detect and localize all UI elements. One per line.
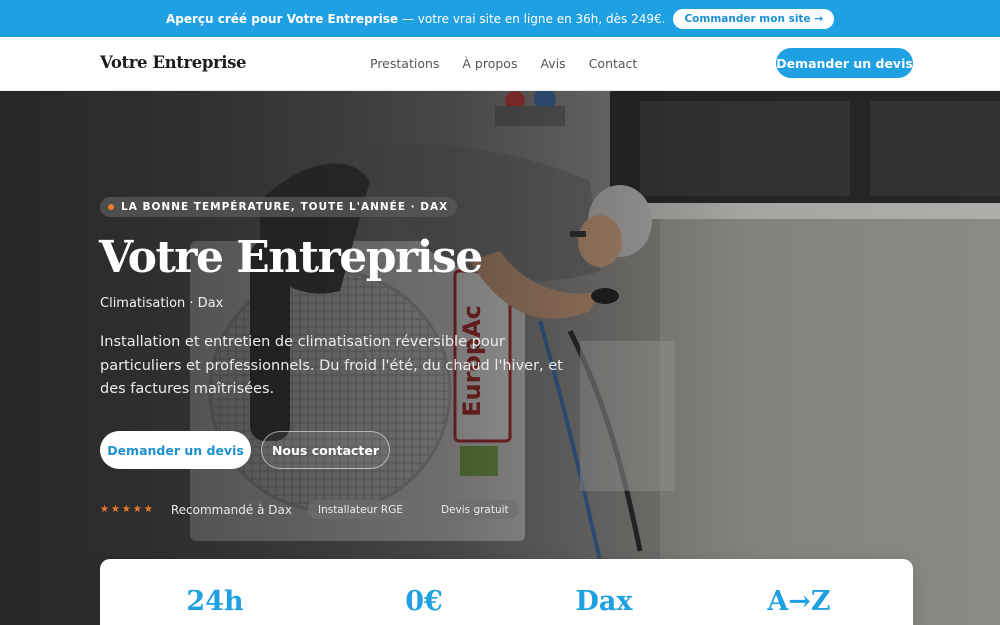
hero-description: Installation et entretien de climatisati… bbox=[100, 334, 563, 397]
rating-stars-icon: ★★★★★ bbox=[100, 504, 155, 515]
announcement-lead: Aperçu créé pour Votre Entreprise bbox=[165, 11, 398, 26]
hero-subtitle: Climatisation · Dax bbox=[100, 296, 224, 311]
announcement-text: — votre vrai site en ligne en 36h, dès 2… bbox=[401, 11, 666, 26]
nav-link-a-propos[interactable]: À propos bbox=[462, 56, 517, 71]
stat-value: 24h bbox=[186, 586, 244, 617]
social-proof: ★★★★★ Recommandé à Dax Installateur RGE … bbox=[100, 500, 537, 519]
nav-link-avis[interactable]: Avis bbox=[540, 56, 565, 71]
header-quote-button[interactable]: Demander un devis bbox=[776, 48, 913, 78]
hero-section: EuropAc LA BONNE TEMPÉRATURE, TOUTE L'AN… bbox=[0, 91, 1000, 625]
hero-tagline: LA BONNE TEMPÉRATURE, TOUTE L'ANNÉE · DA… bbox=[100, 197, 458, 217]
stats-card: 24h 0€ Dax A→Z bbox=[100, 559, 913, 625]
badge-rge: Installateur RGE bbox=[307, 500, 413, 519]
recommendation-text: Recommandé à Dax bbox=[170, 502, 292, 517]
badge-free-quote: Devis gratuit bbox=[430, 500, 519, 519]
stat-value: 0€ bbox=[405, 586, 443, 617]
nav-link-prestations[interactable]: Prestations bbox=[370, 56, 439, 71]
order-site-button[interactable]: Commander mon site → bbox=[673, 8, 835, 29]
site-header: Votre Entreprise Prestations À propos Av… bbox=[0, 37, 1000, 91]
announcement-bar: Aperçu créé pour Votre Entreprise — votr… bbox=[0, 0, 1000, 37]
hero-tagline-text: LA BONNE TEMPÉRATURE, TOUTE L'ANNÉE · DA… bbox=[121, 201, 449, 213]
main-nav: Prestations À propos Avis Contact bbox=[370, 56, 660, 71]
contact-us-button[interactable]: Nous contacter bbox=[261, 431, 390, 469]
nav-link-contact[interactable]: Contact bbox=[589, 56, 638, 71]
brand-logo[interactable]: Votre Entreprise bbox=[100, 53, 247, 72]
request-quote-button[interactable]: Demander un devis bbox=[100, 431, 251, 469]
stat-value: Dax bbox=[575, 586, 633, 617]
accent-dot-icon bbox=[108, 204, 114, 210]
hero-title: Votre Entreprise bbox=[99, 232, 483, 283]
stat-value: A→Z bbox=[767, 586, 831, 617]
